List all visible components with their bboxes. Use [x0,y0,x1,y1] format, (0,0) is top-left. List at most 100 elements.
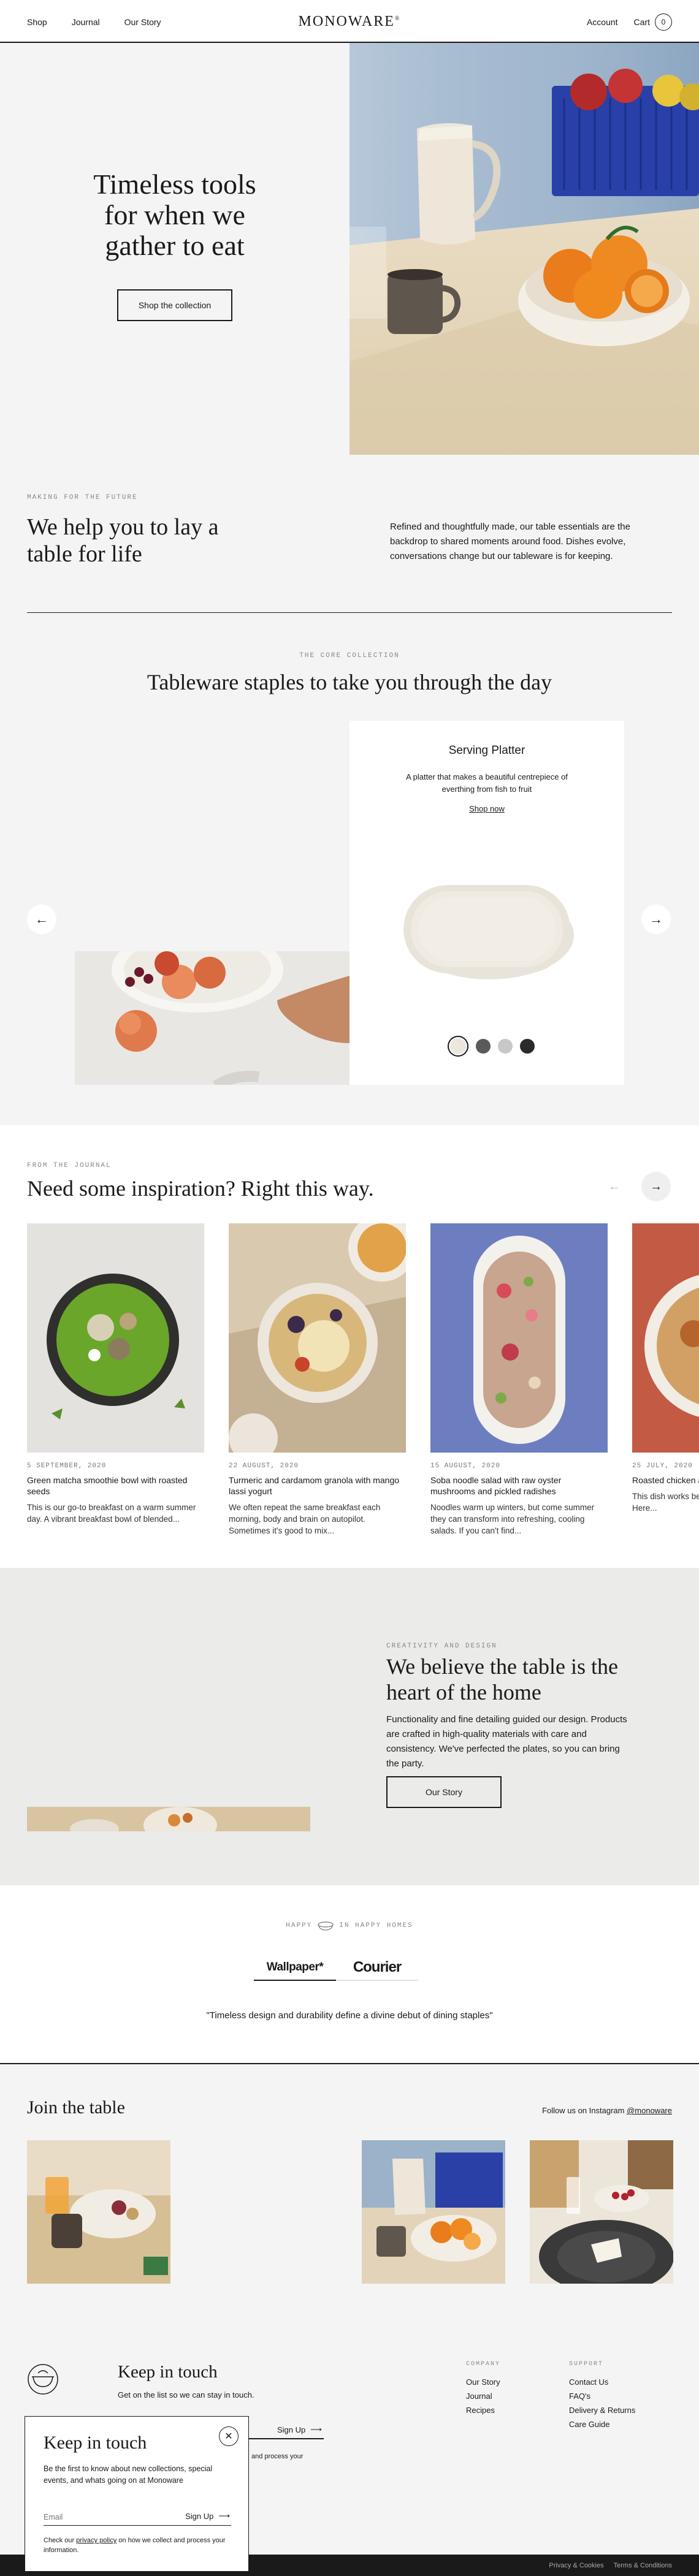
close-popup-button[interactable]: ✕ [219,2426,239,2446]
granola-bowl-photo [229,1223,406,1453]
instagram-breakfast-photo [27,2140,170,2284]
footer-support-column: SUPPORT Contact Us FAQ's Delivery & Retu… [569,2361,635,2431]
footer-link-faq[interactable]: FAQ's [569,2389,635,2403]
footer-link-care-guide[interactable]: Care Guide [569,2417,635,2431]
post-excerpt: We often repeat the same breakfast each … [229,1503,381,1535]
footer-company-column: COMPANY Our Story Journal Recipes [466,2361,500,2417]
post-excerpt: Noodles warm up winters, but come summer… [430,1503,595,1535]
arrow-right-icon: → [649,911,663,927]
hero-section: Timeless tools for when we gather to eat… [0,43,699,455]
footer-link-recipes[interactable]: Recipes [466,2403,500,2417]
hero-tableware-photo [350,43,699,455]
journal-next-button[interactable]: → [641,1172,671,1201]
instagram-post[interactable] [362,2140,505,2284]
footer-column-title: COMPANY [466,2361,501,2368]
instagram-post[interactable] [27,2140,170,2284]
instagram-oranges-photo [362,2140,505,2284]
account-link[interactable]: Account [587,17,618,27]
journal-card-image [430,1223,608,1453]
serving-platter-image [403,885,574,979]
shop-now-link[interactable]: Shop now [350,804,624,813]
footer-signup-label: Sign Up [277,2425,306,2434]
footer-legal-text: and process your [251,2453,304,2460]
swatch-cream[interactable] [448,1036,468,1057]
arrow-right-icon: ⟶ [218,2511,230,2520]
post-excerpt: This is our go-to breakfast on a warm su… [27,1503,196,1524]
post-title[interactable]: Roasted chicken and smoked cur [632,1475,699,1486]
journal-card[interactable]: 25 JULY, 2020 Roasted chicken and smoked… [632,1223,699,1537]
privacy-policy-link[interactable]: privacy policy [76,2537,116,2544]
journal-card-image [27,1223,204,1453]
design-philosophy-section: CREATIVITY AND DESIGN We believe the tab… [0,1568,699,1885]
post-date: 15 AUGUST, 2020 [430,1462,501,1470]
footer-link-our-story[interactable]: Our Story [466,2375,500,2389]
footer-subtitle: Get on the list so we can stay in touch. [118,2390,254,2399]
bowl-icon [318,1921,334,1931]
brand-mark-icon [28,2364,58,2395]
collection-heading: Tableware staples to take you through th… [147,670,552,694]
hero-text-panel: Timeless tools for when we gather to eat… [0,43,350,455]
intro-eyebrow: MAKING FOR THE FUTURE [27,494,138,501]
footer-link-journal[interactable]: Journal [466,2389,500,2403]
collection-lifestyle-image [75,951,350,1085]
instagram-follow: Follow us on Instagram @monoware [542,2106,672,2115]
product-title: Serving Platter [448,744,525,757]
logo-registered-mark: ® [394,15,401,22]
press-eyebrow-left: HAPPY [286,1922,313,1929]
instagram-follow-text: Follow us on Instagram [542,2106,625,2115]
instagram-post[interactable] [530,2140,673,2284]
product-description: A platter that makes a beautiful centrep… [406,772,568,794]
site-header: Shop Journal Our Story MONOWARE® Account… [0,0,699,43]
swatch-grey[interactable] [498,1039,513,1054]
swatch-charcoal[interactable] [476,1039,491,1054]
post-date: 5 SEPTEMBER, 2020 [27,1462,107,1470]
utility-nav: Account Cart 0 [587,13,672,31]
popup-signup-button[interactable]: Sign Up ⟶ [185,2511,230,2521]
footer-heading: Keep in touch [118,2362,218,2382]
journal-cards: 5 SEPTEMBER, 2020 Green matcha smoothie … [27,1223,699,1537]
post-date: 25 JULY, 2020 [632,1462,693,1470]
color-swatches [448,1036,535,1057]
swatch-black[interactable] [520,1039,535,1054]
post-title[interactable]: Turmeric and cardamom granola with mango… [229,1475,406,1497]
hero-title-line: gather to eat [105,230,245,261]
philosophy-eyebrow: CREATIVITY AND DESIGN [386,1643,497,1650]
arrow-left-icon: ← [608,1179,621,1193]
footer-column-title: SUPPORT [569,2361,604,2368]
journal-card[interactable]: 22 AUGUST, 2020 Turmeric and cardamom gr… [229,1223,406,1537]
press-quote: "Timeless design and durability define a… [206,2010,493,2021]
table-spread-photo [27,1807,310,1831]
intro-section: MAKING FOR THE FUTURE We help you to lay… [0,455,699,614]
post-title[interactable]: Soba noodle salad with raw oyster mushro… [430,1475,608,1497]
footer-link-contact[interactable]: Contact Us [569,2375,635,2389]
cart-label: Cart [633,17,650,27]
carousel-prev-button[interactable]: ← [27,905,56,934]
journal-card[interactable]: 15 AUGUST, 2020 Soba noodle salad with r… [430,1223,608,1537]
carousel-next-button[interactable]: → [641,905,671,934]
journal-prev-button[interactable]: ← [600,1172,629,1201]
popup-signup-label: Sign Up [185,2511,214,2521]
press-eyebrow: HAPPY IN HAPPY HOMES [0,1921,699,1931]
journal-card[interactable]: 5 SEPTEMBER, 2020 Green matcha smoothie … [27,1223,204,1537]
roast-chicken-photo [632,1223,699,1453]
press-logo-wallpaper[interactable]: Wallpaper* [254,1955,336,1981]
intro-heading: We help you to lay a table for life [27,514,219,567]
press-logo-courier[interactable]: Courier [336,1955,418,1981]
product-card: Serving Platter A platter that makes a b… [350,721,624,1085]
our-story-button[interactable]: Our Story [386,1776,502,1808]
instagram-handle-link[interactable]: @monoware [627,2106,672,2115]
journal-section: FROM THE JOURNAL Need some inspiration? … [0,1125,699,1568]
instagram-heading: Join the table [27,2097,125,2118]
footer-signup-button[interactable]: Sign Up ⟶ [277,2425,322,2434]
privacy-link[interactable]: Privacy & Cookies [549,2562,603,2569]
post-title[interactable]: Green matcha smoothie bowl with roasted … [27,1475,204,1497]
shop-collection-button[interactable]: Shop the collection [117,289,232,321]
journal-card-image [229,1223,406,1453]
newsletter-popup: ✕ Keep in touch Be the first to know abo… [25,2416,249,2572]
cart-button[interactable]: Cart 0 [634,13,672,31]
instagram-section: Join the table Follow us on Instagram @m… [0,2064,699,2322]
press-logos: Wallpaper* Courier [254,1955,418,1981]
hero-image [350,43,699,455]
terms-link[interactable]: Terms & Conditions [614,2562,672,2569]
footer-link-delivery[interactable]: Delivery & Returns [569,2403,635,2417]
